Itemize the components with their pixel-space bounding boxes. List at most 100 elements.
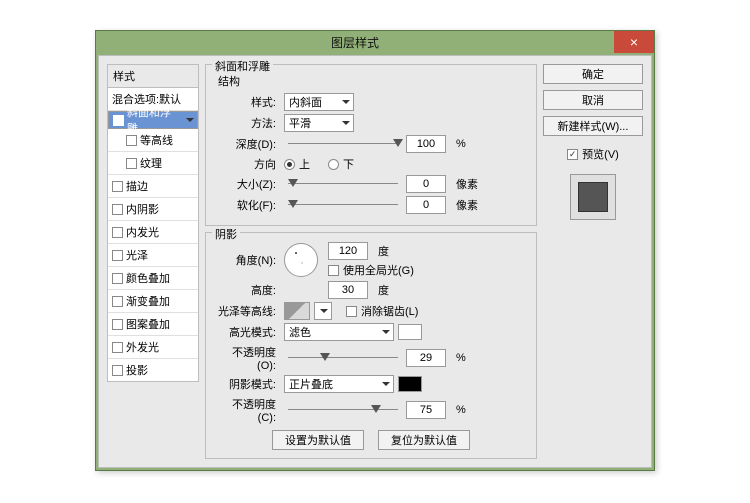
- style-checkbox[interactable]: [113, 115, 124, 126]
- style-checkbox[interactable]: [112, 227, 123, 238]
- style-checkbox[interactable]: [112, 319, 123, 330]
- shadow-opacity-slider[interactable]: [288, 403, 398, 417]
- structure-legend: 结构: [218, 73, 528, 89]
- bevel-group: 斜面和浮雕 结构 样式: 内斜面 方法: 平滑 深度(D): % 方向: [205, 64, 537, 226]
- shading-legend: 阴影: [212, 226, 240, 242]
- depth-label: 深度(D):: [214, 136, 280, 152]
- shadow-color-chip[interactable]: [398, 376, 422, 392]
- style-item-label: 颜色叠加: [126, 270, 170, 286]
- style-checkbox[interactable]: [112, 365, 123, 376]
- style-item-4[interactable]: 内阴影: [108, 198, 198, 221]
- angle-control[interactable]: [284, 243, 318, 277]
- style-item-6[interactable]: 光泽: [108, 244, 198, 267]
- style-item-10[interactable]: 外发光: [108, 336, 198, 359]
- size-input[interactable]: [406, 175, 446, 193]
- technique-label: 方法:: [214, 115, 280, 131]
- ok-button[interactable]: 确定: [543, 64, 643, 84]
- make-default-button[interactable]: 设置为默认值: [272, 430, 364, 450]
- style-checkbox[interactable]: [112, 296, 123, 307]
- highlight-mode-select[interactable]: 滤色: [284, 323, 394, 341]
- style-item-3[interactable]: 描边: [108, 175, 198, 198]
- style-checkbox[interactable]: [126, 135, 137, 146]
- angle-unit: 度: [378, 243, 389, 259]
- style-item-11[interactable]: 投影: [108, 359, 198, 381]
- style-item-label: 外发光: [126, 339, 159, 355]
- highlight-opacity-label: 不透明度(O):: [214, 344, 280, 372]
- styles-sidebar: 样式 混合选项:默认斜面和浮雕等高线纹理描边内阴影内发光光泽颜色叠加渐变叠加图案…: [107, 64, 199, 459]
- shadow-mode-select[interactable]: 正片叠底: [284, 375, 394, 393]
- highlight-mode-label: 高光模式:: [214, 324, 280, 340]
- style-item-5[interactable]: 内发光: [108, 221, 198, 244]
- layer-style-dialog: 图层样式 × 样式 混合选项:默认斜面和浮雕等高线纹理描边内阴影内发光光泽颜色叠…: [95, 30, 655, 471]
- soften-thumb[interactable]: [288, 200, 298, 213]
- soften-slider[interactable]: [288, 198, 398, 212]
- titlebar: 图层样式 ×: [96, 31, 654, 53]
- soften-input[interactable]: [406, 196, 446, 214]
- style-item-8[interactable]: 渐变叠加: [108, 290, 198, 313]
- direction-up-radio[interactable]: [284, 159, 295, 170]
- antialias-checkbox[interactable]: [346, 306, 357, 317]
- depth-thumb[interactable]: [393, 139, 403, 152]
- style-label: 样式:: [214, 94, 280, 110]
- shadow-opacity-input[interactable]: [406, 401, 446, 419]
- highlight-opacity-unit: %: [456, 352, 466, 364]
- styles-list: 混合选项:默认斜面和浮雕等高线纹理描边内阴影内发光光泽颜色叠加渐变叠加图案叠加外…: [107, 87, 199, 382]
- dialog-body: 样式 混合选项:默认斜面和浮雕等高线纹理描边内阴影内发光光泽颜色叠加渐变叠加图案…: [98, 55, 652, 468]
- technique-select[interactable]: 平滑: [284, 114, 354, 132]
- main-panel: 斜面和浮雕 结构 样式: 内斜面 方法: 平滑 深度(D): % 方向: [205, 64, 537, 459]
- style-item-label: 描边: [126, 178, 148, 194]
- altitude-input[interactable]: [328, 281, 368, 299]
- new-style-button[interactable]: 新建样式(W)...: [543, 116, 643, 136]
- size-unit: 像素: [456, 176, 478, 192]
- style-checkbox[interactable]: [112, 250, 123, 261]
- size-label: 大小(Z):: [214, 176, 280, 192]
- direction-down-radio[interactable]: [328, 159, 339, 170]
- depth-input[interactable]: [406, 135, 446, 153]
- sidebar-header: 样式: [107, 64, 199, 87]
- depth-slider[interactable]: [288, 137, 398, 151]
- style-item-label: 图案叠加: [126, 316, 170, 332]
- highlight-color-chip[interactable]: [398, 324, 422, 340]
- style-checkbox[interactable]: [112, 342, 123, 353]
- cancel-button[interactable]: 取消: [543, 90, 643, 110]
- dialog-title: 图层样式: [96, 34, 614, 51]
- preview-label: 预览(V): [582, 146, 619, 162]
- style-item-label: 渐变叠加: [126, 293, 170, 309]
- style-item-9[interactable]: 图案叠加: [108, 313, 198, 336]
- style-select[interactable]: 内斜面: [284, 93, 354, 111]
- angle-label: 角度(N):: [214, 252, 280, 268]
- altitude-unit: 度: [378, 282, 389, 298]
- reset-default-button[interactable]: 复位为默认值: [378, 430, 470, 450]
- style-item-2[interactable]: 纹理: [108, 152, 198, 175]
- style-item-label: 投影: [126, 362, 148, 378]
- style-item-label: 内发光: [126, 224, 159, 240]
- gloss-contour-picker[interactable]: [284, 302, 310, 320]
- antialias-label: 消除锯齿(L): [361, 303, 418, 319]
- shadow-opacity-thumb[interactable]: [371, 405, 381, 418]
- highlight-opacity-slider[interactable]: [288, 351, 398, 365]
- style-checkbox[interactable]: [112, 204, 123, 215]
- highlight-opacity-input[interactable]: [406, 349, 446, 367]
- angle-input[interactable]: [328, 242, 368, 260]
- style-checkbox[interactable]: [112, 273, 123, 284]
- size-slider[interactable]: [288, 177, 398, 191]
- gloss-contour-dropdown[interactable]: [314, 302, 332, 320]
- direction-down-label: 下: [343, 156, 354, 172]
- direction-up-label: 上: [299, 156, 310, 172]
- style-checkbox[interactable]: [126, 158, 137, 169]
- style-item-7[interactable]: 颜色叠加: [108, 267, 198, 290]
- depth-unit: %: [456, 138, 466, 150]
- close-button[interactable]: ×: [614, 31, 654, 53]
- size-thumb[interactable]: [288, 179, 298, 192]
- style-item-0[interactable]: 斜面和浮雕: [108, 111, 198, 129]
- style-checkbox[interactable]: [112, 181, 123, 192]
- highlight-opacity-thumb[interactable]: [320, 353, 330, 366]
- shadow-mode-label: 阴影模式:: [214, 376, 280, 392]
- gloss-label: 光泽等高线:: [214, 303, 280, 319]
- style-item-label: 内阴影: [126, 201, 159, 217]
- soften-unit: 像素: [456, 197, 478, 213]
- soften-label: 软化(F):: [214, 197, 280, 213]
- global-light-checkbox[interactable]: [328, 265, 339, 276]
- preview-checkbox[interactable]: [567, 149, 578, 160]
- style-item-label: 纹理: [140, 155, 162, 171]
